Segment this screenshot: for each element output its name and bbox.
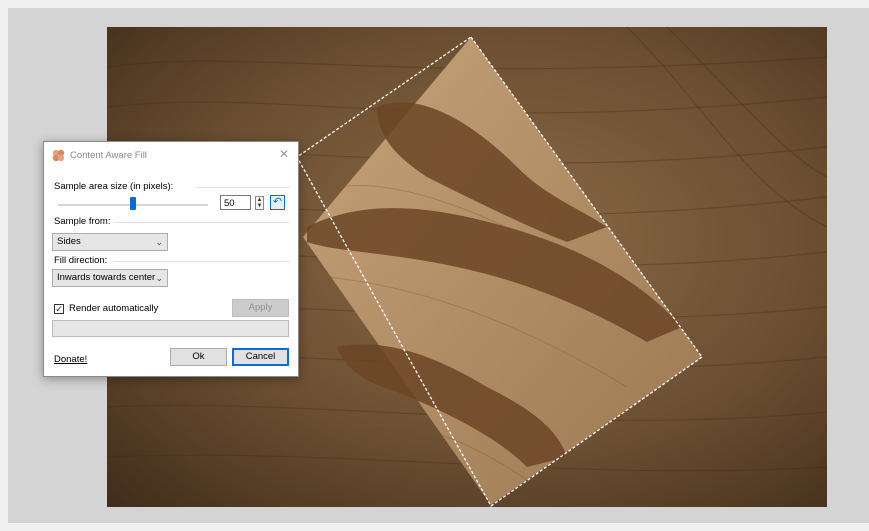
content-aware-fill-icon: [52, 149, 65, 162]
divider: [196, 187, 290, 188]
sample-from-value: Sides: [57, 236, 81, 247]
render-automatically-checkbox[interactable]: ✓: [54, 304, 64, 314]
dialog-title: Content Aware Fill: [70, 150, 147, 161]
sample-from-label: Sample from:: [54, 216, 111, 227]
content-aware-fill-dialog: Content Aware Fill ✕ Sample area size (i…: [43, 141, 299, 377]
fill-direction-select[interactable]: Inwards towards center ⌄: [52, 269, 168, 287]
apply-button[interactable]: Apply: [232, 299, 289, 317]
sample-area-input[interactable]: 50: [220, 195, 251, 210]
checkmark-icon: ✓: [55, 304, 63, 314]
ok-button[interactable]: Ok: [170, 348, 227, 366]
fill-direction-label: Fill direction:: [54, 255, 108, 266]
cancel-button[interactable]: Cancel: [232, 348, 289, 366]
donate-link[interactable]: Donate!: [54, 354, 87, 365]
sample-area-slider-thumb[interactable]: [130, 197, 136, 210]
reset-icon[interactable]: ↶: [270, 195, 285, 210]
render-automatically-label[interactable]: Render automatically: [69, 303, 158, 314]
close-icon[interactable]: ✕: [276, 146, 292, 162]
sample-area-spinner[interactable]: ▲ ▼: [255, 196, 264, 210]
chevron-down-icon: ⌄: [155, 237, 163, 247]
render-progress-bar: [52, 320, 289, 337]
chevron-down-icon: ⌄: [155, 273, 163, 283]
sample-area-label: Sample area size (in pixels):: [54, 181, 174, 192]
divider: [114, 261, 290, 262]
fill-direction-value: Inwards towards center: [57, 272, 156, 283]
dialog-titlebar[interactable]: Content Aware Fill ✕: [44, 142, 298, 168]
divider: [114, 222, 290, 223]
sample-from-select[interactable]: Sides ⌄: [52, 233, 168, 251]
